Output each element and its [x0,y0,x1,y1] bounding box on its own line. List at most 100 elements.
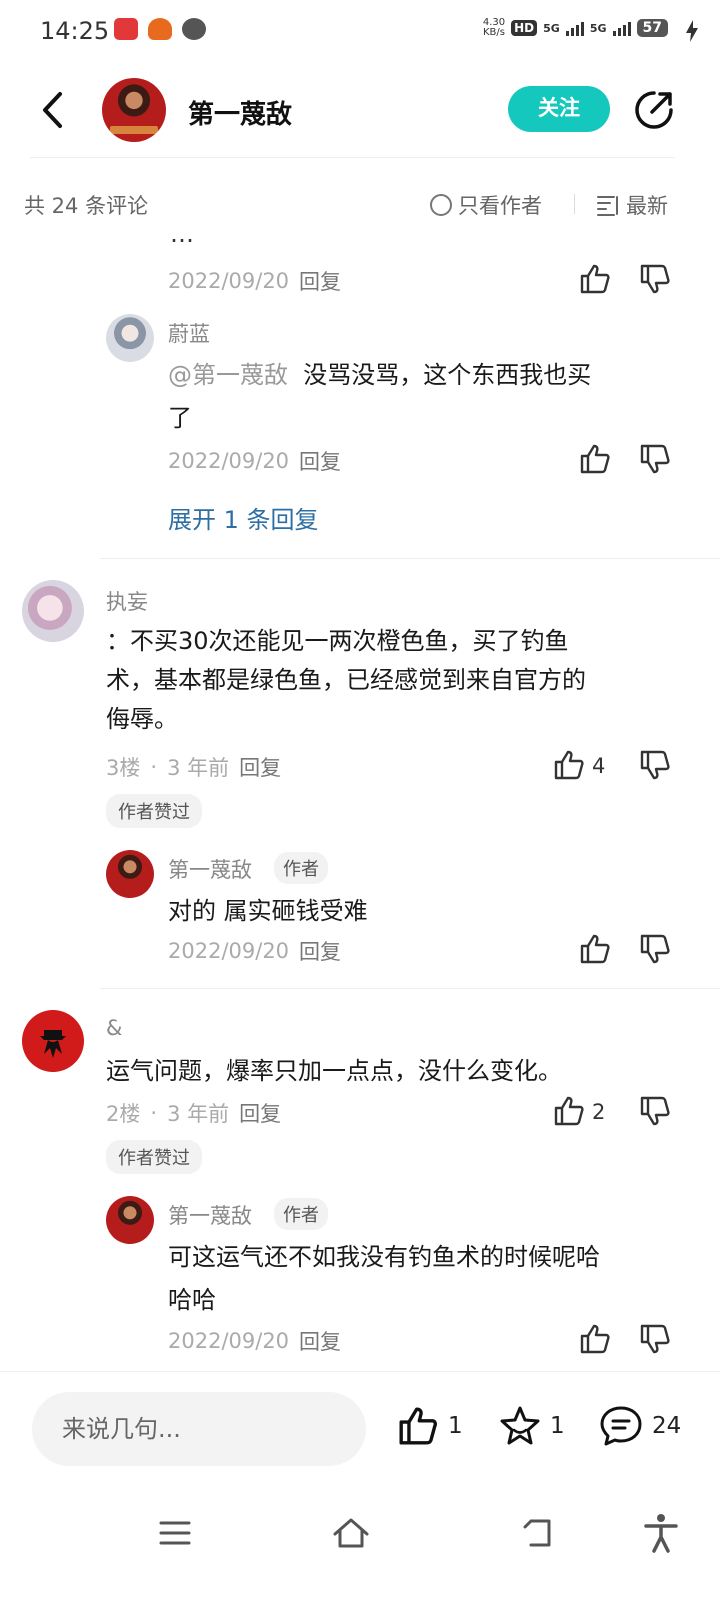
menu-button[interactable] [150,1508,200,1558]
only-author-toggle[interactable]: 只看作者 [430,190,542,220]
system-nav-bar [0,1490,720,1603]
header: 第一蔑敌 关注 [0,64,720,158]
comment-date: 2022/09/20 [168,269,290,293]
thumb-down-icon[interactable] [638,932,672,966]
reply-text-line: 可这运气还不如我没有钓鱼术的时候呢哈 [168,1243,600,1271]
accessibility-icon [644,1514,678,1553]
reply-button[interactable]: 回复 [239,752,281,782]
back-button[interactable] [30,84,74,136]
comment-username[interactable]: 执妄 [106,586,148,616]
wechat-icon [182,18,206,40]
reply-username[interactable]: 第一蔑敌 [168,1200,252,1230]
sort-button[interactable]: 最新 [596,190,668,220]
signal-label-2: 5G [589,21,607,35]
thumb-down-icon[interactable] [638,1322,672,1356]
time-ago: 3 年前 [167,1102,230,1126]
thumb-down-icon[interactable] [638,442,672,476]
header-divider [30,157,675,158]
author-name[interactable]: 第一蔑敌 [188,94,292,131]
net-speed: 4.30 KB/s [483,18,505,38]
comment-divider [100,988,720,989]
back-arrow-icon [43,92,62,128]
charging-icon [686,20,698,42]
comment-text: 运气问题，爆率只加一点点，没什么变化。 [106,1057,562,1085]
comment-username[interactable]: & [106,1016,122,1040]
comment-text-line: 侮辱。 [106,705,178,733]
comment-meta: 3楼 · 3 年前 回复 [106,752,281,782]
like-post-button[interactable]: 1 [396,1404,463,1448]
status-indicators: 4.30 KB/s HD 5G 5G 57 [483,18,668,38]
thumb-up-icon[interactable] [552,748,586,782]
reply-button[interactable]: 回复 [239,1098,281,1128]
signal-label-1: 5G [543,21,560,35]
post-fav-count: 1 [550,1413,565,1439]
thumb-down-icon[interactable] [638,262,672,296]
thumb-up-icon[interactable] [578,262,612,296]
time-ago: 3 年前 [167,756,230,780]
star-icon [500,1406,540,1445]
sort-label: 最新 [626,194,668,218]
reply-button[interactable]: 回复 [299,446,341,476]
avatar[interactable] [106,314,154,362]
hd-icon: HD [511,20,538,36]
reply-username[interactable]: 第一蔑敌 [168,854,252,884]
battery-icon: 57 [636,19,668,37]
mention[interactable]: @第一蔑敌 [168,361,288,389]
reply-text: 对的 属实砸钱受难 [168,897,368,925]
comments-button[interactable]: 24 [598,1404,681,1448]
floor-number: 3楼 [106,756,141,780]
thumb-down-icon[interactable] [638,1094,672,1128]
avatar[interactable] [106,850,154,898]
radio-icon [430,194,452,216]
status-time: 14:25 [40,17,110,45]
reply-meta: 2022/09/20 回复 [168,446,341,476]
menu-icon [159,1521,191,1545]
author-badge: 作者 [274,852,328,884]
thumb-up-icon[interactable] [578,932,612,966]
thumb-up-icon[interactable] [578,442,612,476]
comment-icon [600,1406,642,1446]
follow-button[interactable]: 关注 [508,86,610,132]
signal-icon [612,20,631,36]
author-liked-badge: 作者赞过 [106,794,202,828]
share-button[interactable] [632,88,676,132]
reply-text-line: 了 [168,404,192,432]
status-bar: 14:25 4.30 KB/s HD 5G 5G 57 [0,0,720,64]
avatar[interactable] [106,1196,154,1244]
back-nav-icon [523,1519,551,1547]
filter-separator [574,194,575,214]
net-speed-unit: KB/s [482,27,505,38]
accessibility-button[interactable] [636,1508,686,1558]
reply-date: 2022/09/20 [168,1329,290,1353]
favorite-button[interactable]: 1 [498,1404,565,1448]
reply-button[interactable]: 回复 [299,1326,341,1356]
comment-meta: 2楼 · 3 年前 回复 [106,1098,281,1128]
avatar[interactable] [22,1010,84,1072]
comment-text: ：不买30次还能见一两次橙色鱼，买了钓鱼 术，基本都是绿色鱼，已经感觉到来自官方… [106,622,686,739]
author-liked-badge: 作者赞过 [106,1140,202,1174]
filter-bar: 共 24 条评论 只看作者 最新 [0,180,720,228]
meta-dot: · [150,755,158,779]
comment-input[interactable]: 来说几句... [32,1392,366,1466]
avatar[interactable] [22,580,84,642]
post-comment-count: 24 [652,1413,682,1439]
app-notification-icon [148,18,172,40]
author-avatar[interactable] [102,78,166,142]
home-icon [333,1518,369,1548]
thumb-up-icon[interactable] [578,1322,612,1356]
reply-date: 2022/09/20 [168,449,290,473]
expand-replies-link[interactable]: 展开 1 条回复 [168,500,319,535]
reply-username[interactable]: 蔚蓝 [168,318,210,348]
comment-list[interactable]: … 2022/09/20 回复 蔚蓝 @第一蔑敌 没骂没骂，这个东西我也买 了 … [0,230,720,1370]
back-nav-button[interactable] [512,1508,562,1558]
like-count: 2 [592,1100,606,1124]
thumb-down-icon[interactable] [638,748,672,782]
reply-button[interactable]: 回复 [299,936,341,966]
home-button[interactable] [326,1508,376,1558]
comment-count: 共 24 条评论 [24,194,149,218]
reply-date: 2022/09/20 [168,939,290,963]
thumb-up-icon[interactable] [552,1094,586,1128]
reply-button[interactable]: 回复 [299,266,341,296]
thumb-up-icon [399,1407,438,1445]
comment-text-line: ：不买30次还能见一两次橙色鱼，买了钓鱼 [106,627,569,655]
